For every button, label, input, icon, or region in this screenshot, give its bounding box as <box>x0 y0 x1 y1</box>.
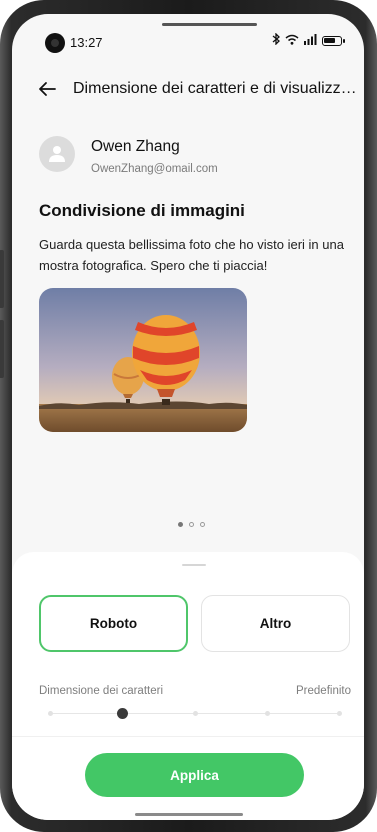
font-option-roboto[interactable]: Roboto <box>39 595 188 652</box>
app-header: Dimensione dei caratteri e di visualizza… <box>12 72 364 108</box>
font-size-slider[interactable] <box>48 704 342 724</box>
screen: 13:27 Dimensione dei caratteri e di visu… <box>12 14 364 820</box>
page-dot[interactable] <box>189 522 194 527</box>
apply-button[interactable]: Applica <box>85 753 304 797</box>
page-dot[interactable] <box>200 522 205 527</box>
battery-icon <box>322 35 345 46</box>
arrow-left-icon[interactable] <box>36 78 58 100</box>
font-size-label: Dimensione dei caratteri <box>39 685 164 697</box>
status-time: 13:27 <box>70 35 103 50</box>
bluetooth-icon <box>272 32 280 48</box>
phone-frame: 13:27 Dimensione dei caratteri e di visu… <box>0 0 377 832</box>
page-title: Dimensione dei caratteri e di visualizza… <box>73 80 361 97</box>
hot-air-balloons-photo <box>39 288 247 432</box>
font-option-altro[interactable]: Altro <box>201 595 350 652</box>
slider-step[interactable] <box>265 711 270 716</box>
slider-step[interactable] <box>193 711 198 716</box>
post-title: Condivisione di immagini <box>39 201 245 220</box>
divider <box>12 736 364 737</box>
page-dot[interactable] <box>178 522 183 527</box>
sender-email: OwenZhang@omail.com <box>91 163 218 175</box>
sender-name: Owen Zhang <box>91 138 180 155</box>
signal-icon <box>304 33 317 48</box>
page-indicator <box>178 522 205 527</box>
wifi-icon <box>285 34 299 48</box>
post-body: Guarda questa bellissima foto che ho vis… <box>39 237 344 273</box>
font-size-value: Predefinito <box>296 685 351 697</box>
person-icon <box>49 146 65 162</box>
slider-step[interactable] <box>48 711 53 716</box>
slider-thumb[interactable] <box>117 708 128 719</box>
volume-button <box>0 250 4 308</box>
slider-step[interactable] <box>337 711 342 716</box>
font-option-label: Roboto <box>89 616 138 631</box>
font-option-label: Altro <box>259 616 292 631</box>
status-icons <box>272 32 345 48</box>
apply-button-label: Applica <box>170 767 219 783</box>
font-settings-sheet: Roboto Altro Dimensione dei caratteri Pr… <box>12 552 364 820</box>
avatar <box>39 136 75 172</box>
power-button <box>0 320 4 378</box>
home-indicator[interactable] <box>135 813 243 816</box>
status-bar: 13:27 <box>12 14 364 60</box>
drag-handle[interactable] <box>182 564 206 566</box>
front-camera <box>45 33 65 53</box>
